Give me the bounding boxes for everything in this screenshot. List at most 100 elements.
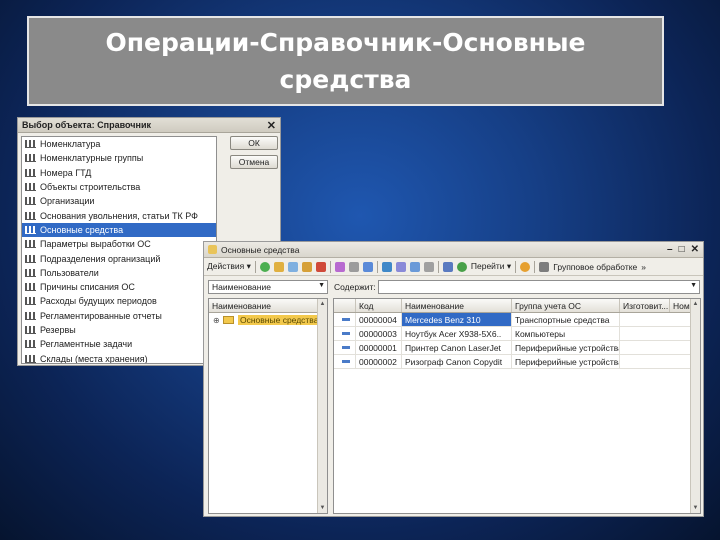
slide-title-line2: средства (279, 65, 412, 94)
icon-column-header[interactable] (334, 299, 356, 312)
folder-icon (223, 316, 234, 324)
close-icon[interactable]: ✕ (691, 244, 699, 255)
list-item[interactable]: Подразделения организаций (22, 251, 216, 265)
add-folder-icon[interactable] (273, 261, 284, 272)
slide-title: Операции-Справочник-Основные средства (27, 16, 664, 106)
list-item-label: Номенклатурные группы (40, 153, 144, 164)
toolbar: Действия ▾ Перейти ▾ Групповое обработке… (204, 258, 703, 276)
list-item[interactable]: Регламентные задачи (22, 337, 216, 351)
list-item[interactable]: Параметры выработки ОС (22, 237, 216, 251)
list-item[interactable]: Основания увольнения, статьи ТК РФ (22, 208, 216, 222)
list-item[interactable]: Склады (места хранения) (22, 351, 216, 363)
goto-menu[interactable]: Перейти ▾ (471, 261, 511, 272)
chevron-down-icon: ▼ (690, 282, 697, 289)
chevron-down-icon: ▼ (318, 282, 325, 289)
table-row[interactable]: 00000003 Ноутбук Acer X938-5X6.. Компьютер… (334, 327, 700, 341)
catalog-list[interactable]: Номенклатура Номенклатурные группы Номера … (21, 136, 217, 364)
filter-field-select[interactable]: Наименование ▼ (208, 280, 328, 294)
expand-icon[interactable]: ⊕ (213, 316, 221, 325)
add-icon[interactable] (259, 261, 270, 272)
maximize-icon[interactable]: □ (679, 244, 685, 255)
cancel-button[interactable]: Отмена (230, 155, 278, 169)
list-item-label: Расходы будущих периодов (40, 296, 157, 307)
table-row[interactable]: 00000001 Принтер Canon LaserJet Периферийн… (334, 341, 700, 355)
list-item[interactable]: Номера ГТД (22, 166, 216, 180)
delete-icon[interactable] (315, 261, 326, 272)
tree-scrollbar[interactable]: ▲ ▼ (317, 299, 327, 513)
list-item-label: Основные средства (40, 224, 124, 235)
list-item[interactable]: Организации (22, 194, 216, 208)
slide-title-line1: Операции-Справочник-Основные (105, 28, 586, 57)
item-icon (342, 346, 350, 349)
ok-button[interactable]: ОК (230, 136, 278, 150)
tree-item-root[interactable]: ⊕ Основные средства (209, 313, 327, 327)
list-item-label: Параметры выработки ОС (40, 239, 151, 250)
help-icon[interactable] (520, 261, 531, 272)
column-header[interactable]: Изготовит... (620, 299, 670, 312)
catalog-icon (25, 283, 36, 292)
quick-filter-icon[interactable] (409, 261, 420, 272)
list-item[interactable]: Регламентированные отчеты (22, 309, 216, 323)
row-type-icon (334, 313, 356, 326)
table-row[interactable]: 00000002 Ризограф Canon Copydit Периферийн… (334, 355, 700, 369)
window-title: Основные средства (221, 244, 300, 255)
list-item[interactable]: Расходы будущих периодов (22, 294, 216, 308)
edit-icon[interactable] (301, 261, 312, 272)
filter-row: Наименование ▼ Содержит: ▼ (208, 280, 700, 294)
catalog-icon (25, 225, 36, 234)
table-cell: Периферийные устройства (512, 355, 620, 368)
catalog-icon (25, 197, 36, 206)
filter-settings-icon[interactable] (395, 261, 406, 272)
minimize-icon[interactable]: – (667, 244, 673, 255)
assets-table[interactable]: Код Наименование Группа учета ОС Изготовит.… (333, 298, 701, 514)
window-titlebar: Основные средства – □ ✕ (204, 242, 703, 258)
table-cell: Транспортные средства (512, 313, 620, 326)
printer-icon[interactable] (539, 261, 550, 272)
catalog-icon (25, 211, 36, 220)
list-item-label: Номера ГТД (40, 167, 92, 178)
clear-filter-icon[interactable] (423, 261, 434, 272)
row-type-icon (334, 341, 356, 354)
list-item[interactable]: Объекты строительства (22, 180, 216, 194)
list-item[interactable]: Резервы (22, 323, 216, 337)
close-icon[interactable]: ✕ (267, 119, 276, 132)
list-item[interactable]: Номенклатурные группы (22, 151, 216, 165)
catalog-icon (25, 268, 36, 277)
hierarchy-icon[interactable] (334, 261, 345, 272)
print-list-icon[interactable] (442, 261, 453, 272)
item-icon (342, 318, 350, 321)
tree-icon[interactable] (362, 261, 373, 272)
actions-menu[interactable]: Действия ▾ (207, 261, 251, 272)
table-scrollbar[interactable]: ▲ ▼ (690, 299, 700, 513)
table-cell: Компьютеры (512, 327, 620, 340)
list-item[interactable]: Пользователи (22, 266, 216, 280)
list-item-label: Организации (40, 196, 95, 207)
list-item-label: Причины списания ОС (40, 282, 135, 293)
item-icon (342, 360, 350, 363)
more-icon[interactable]: » (641, 262, 646, 272)
catalog-icon (208, 245, 217, 254)
table-cell: 00000002 (356, 355, 402, 368)
list-item-label: Регламентные задачи (40, 339, 133, 350)
column-header[interactable]: Код (356, 299, 402, 312)
list-item-label: Регламентированные отчеты (40, 310, 162, 321)
search-input[interactable]: ▼ (378, 280, 700, 294)
column-header[interactable]: Группа учета ОС (512, 299, 620, 312)
copy-icon[interactable] (287, 261, 298, 272)
dialog-title: Выбор объекта: Справочник (22, 120, 151, 130)
tree-header-label[interactable]: Наименование (209, 299, 319, 312)
list-item[interactable]: Номенклатура (22, 137, 216, 151)
column-header[interactable]: Наименование (402, 299, 512, 312)
group-processing-button[interactable]: Групповое обработке (553, 262, 637, 272)
column-header[interactable]: Номер (670, 299, 692, 312)
catalog-icon (25, 154, 36, 163)
refresh-icon[interactable] (456, 261, 467, 272)
table-cell: 00000003 (356, 327, 402, 340)
list-item[interactable]: Основные средства (22, 222, 216, 238)
tree-header: Наименование (209, 299, 327, 313)
group-tree[interactable]: Наименование ⊕ Основные средства ▲ ▼ (208, 298, 328, 514)
move-icon[interactable] (348, 261, 359, 272)
list-item[interactable]: Причины списания ОС (22, 280, 216, 294)
filter-icon[interactable] (381, 261, 392, 272)
table-row[interactable]: 00000004 Mercedes Benz 310 Транспортные ср… (334, 313, 700, 327)
